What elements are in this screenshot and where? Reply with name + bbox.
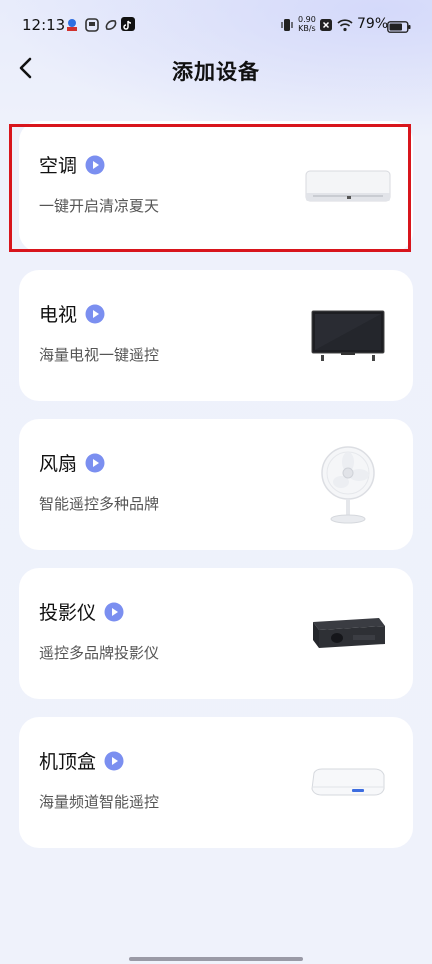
wifi-icon [337, 17, 353, 32]
card-title: 投影仪 [39, 602, 97, 624]
network-speed: 0.90 KB/s [298, 15, 316, 33]
card-subtitle: 海量频道智能遥控 [39, 793, 160, 811]
selection-highlight [9, 124, 411, 252]
tiktok-icon [121, 17, 135, 31]
net-speed-value: 0.90 [298, 15, 316, 24]
play-icon[interactable] [85, 453, 105, 473]
card-title: 电视 [39, 304, 78, 326]
close-box-icon [319, 17, 333, 31]
card-subtitle: 智能遥控多种品牌 [39, 495, 160, 513]
status-time: 12:13 [22, 16, 66, 34]
battery-percent: 79% [357, 16, 389, 32]
home-indicator[interactable] [129, 957, 303, 961]
app-icon-1 [65, 17, 79, 31]
set-top-box-image [305, 745, 391, 821]
television-image [305, 298, 391, 374]
page-title: 添加设备 [172, 60, 260, 84]
card-subtitle: 海量电视一键遥控 [39, 346, 160, 364]
device-card-fan[interactable]: 风扇 智能遥控多种品牌 [19, 419, 413, 550]
card-title: 风扇 [39, 453, 78, 475]
play-icon[interactable] [85, 304, 105, 324]
device-card-television[interactable]: 电视 海量电视一键遥控 [19, 270, 413, 401]
app-icon-2 [85, 17, 99, 32]
device-card-projector[interactable]: 投影仪 遥控多品牌投影仪 [19, 568, 413, 699]
vibrate-icon [280, 17, 294, 31]
device-card-set-top-box[interactable]: 机顶盒 海量频道智能遥控 [19, 717, 413, 848]
status-bar: 12:13 0.90 KB/s 79% [0, 0, 432, 50]
play-icon[interactable] [104, 602, 124, 622]
card-title: 机顶盒 [39, 751, 97, 773]
card-subtitle: 遥控多品牌投影仪 [39, 644, 160, 662]
projector-image [305, 596, 391, 672]
battery-icon [387, 18, 411, 33]
play-icon[interactable] [104, 751, 124, 771]
fan-image [305, 446, 391, 524]
app-icon-3 [104, 17, 118, 31]
net-speed-unit: KB/s [298, 24, 316, 33]
